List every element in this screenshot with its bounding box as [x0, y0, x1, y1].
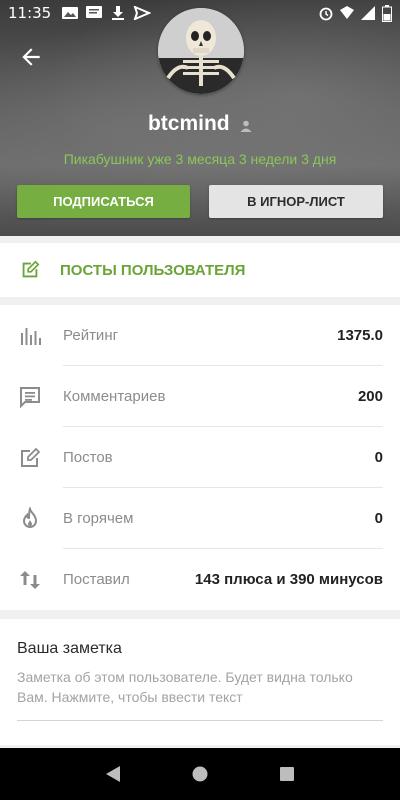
profile-header: 11:35 btcmind Пикабушник уже 3 месяца 3 … [0, 0, 400, 236]
section-gap [0, 610, 400, 619]
comment-icon [20, 386, 40, 408]
note-title: Ваша заметка [17, 640, 122, 657]
stat-value: 0 [374, 510, 383, 527]
user-posts-link[interactable]: ПОСТЫ ПОЛЬЗОВАТЕЛЯ [0, 243, 400, 297]
username-row: btcmind [0, 112, 400, 136]
note-underline [17, 720, 383, 721]
swap-vertical-icon [20, 570, 40, 589]
battery-icon [382, 4, 392, 22]
section-gap [0, 297, 400, 305]
user-note[interactable]: Ваша заметка Заметка об этом пользовател… [0, 619, 400, 745]
nav-home-button[interactable] [190, 764, 210, 784]
message-icon [86, 6, 103, 18]
stat-label: Рейтинг [63, 327, 119, 344]
stat-value: 143 плюса и 390 минусов [194, 571, 383, 588]
member-since-text: Пикабушник уже 3 месяца 3 недели 3 дня [63, 151, 337, 167]
username: btcmind [147, 112, 230, 135]
edit-icon [22, 260, 40, 278]
back-arrow-icon[interactable] [18, 44, 44, 70]
signal-icon [361, 6, 375, 20]
user-posts-label: ПОСТЫ ПОЛЬЗОВАТЕЛЯ [60, 261, 246, 279]
section-gap [0, 236, 400, 243]
stat-row-votes: Поставил 143 плюса и 390 минусов [0, 549, 400, 610]
ignore-list-button[interactable]: В ИГНОР-ЛИСТ [209, 185, 383, 218]
subscribe-button[interactable]: ПОДПИСАТЬСЯ [17, 185, 190, 218]
edit-icon [21, 447, 41, 467]
stat-label: Комментариев [63, 388, 166, 405]
stat-value: 1375.0 [337, 327, 383, 344]
stat-label: В горячем [63, 510, 134, 527]
stat-row-comments: Комментариев 200 [0, 366, 400, 427]
stat-row-posts: Постов 0 [0, 427, 400, 488]
stats-list: Рейтинг 1375.0 Комментариев 200 Постов 0… [0, 305, 400, 610]
note-description[interactable]: Заметка об этом пользователе. Будет видн… [17, 667, 377, 707]
status-right-icons [318, 4, 392, 22]
download-icon [112, 6, 125, 20]
bar-chart-icon [21, 327, 41, 345]
nav-back-button[interactable] [103, 764, 123, 784]
skeleton-avatar-image [158, 8, 244, 94]
avatar [158, 8, 244, 94]
stat-row-rating: Рейтинг 1375.0 [0, 305, 400, 366]
stat-label: Поставил [63, 571, 130, 588]
wifi-icon [340, 6, 354, 19]
stat-value: 0 [374, 449, 383, 466]
alarm-icon [319, 7, 333, 21]
stat-value: 200 [357, 388, 383, 405]
stat-label: Постов [63, 449, 113, 466]
square-recents-icon [279, 767, 294, 781]
status-time: 11:35 [8, 4, 52, 22]
stat-row-hot: В горячем 0 [0, 488, 400, 549]
send-icon [133, 6, 152, 20]
person-icon [240, 120, 252, 132]
triangle-back-icon [106, 766, 121, 782]
fire-icon [22, 506, 38, 528]
image-icon [62, 7, 79, 19]
circle-home-icon [192, 766, 208, 782]
android-nav-bar [0, 748, 400, 800]
nav-recents-button[interactable] [277, 764, 297, 784]
